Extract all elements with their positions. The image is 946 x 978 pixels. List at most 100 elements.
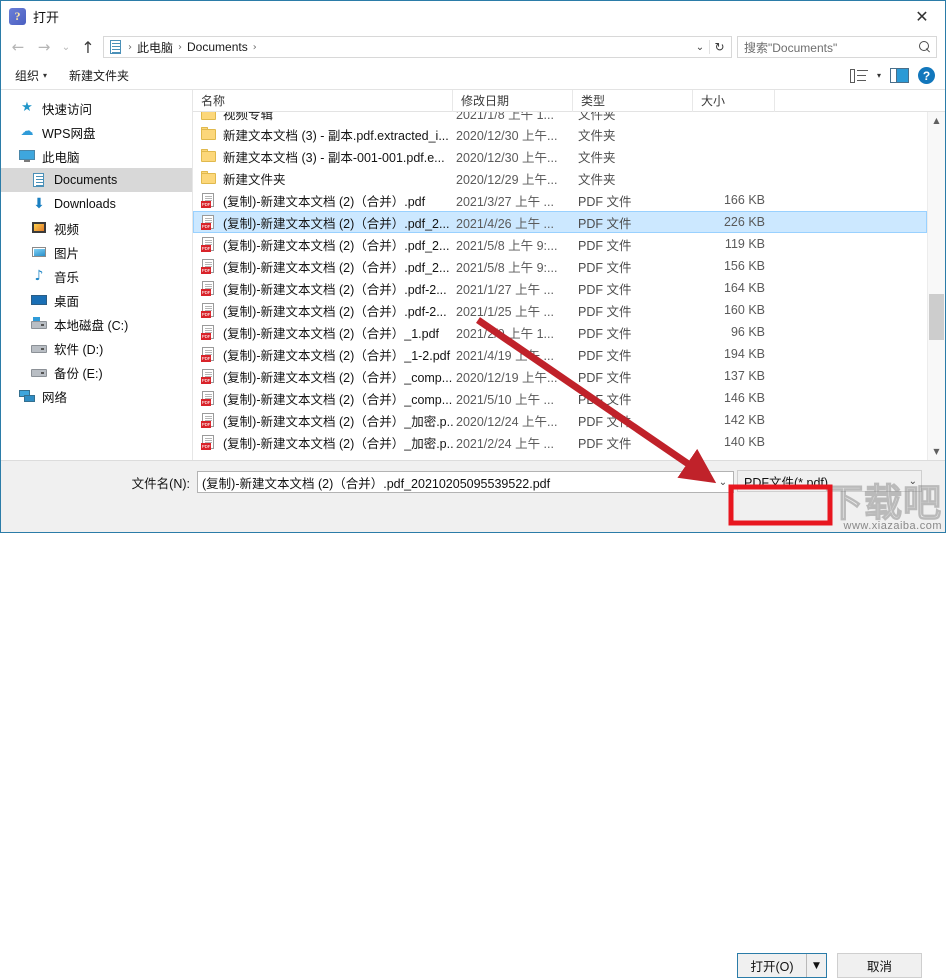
open-button[interactable]: 打开(O) ▼ [737,953,827,978]
change-view-icon[interactable] [849,68,868,83]
table-row[interactable]: PDF (复制)-新建文本文档 (2)（合并）.pdf_2... 2021/5/8 … [193,255,927,277]
column-header-size[interactable]: 大小 [693,89,775,112]
chevron-down-icon[interactable]: ⌄ [713,477,733,488]
organize-button[interactable]: 组织 ▾ [15,67,47,84]
address-bar[interactable]: › 此电脑 › Documents › ⌄ ↻ [103,36,732,58]
file-name-text: (复制)-新建文本文档 (2)（合并）_comp... [223,370,453,385]
sidebar-item-label: 网络 [42,390,68,405]
file-date-cell: 2020/12/19 上午... [456,370,558,385]
column-header-date[interactable]: 修改日期 [453,89,573,112]
back-icon[interactable]: ← [5,34,31,60]
sidebar-item-desktop[interactable]: 桌面 [1,288,192,312]
documents-icon [108,39,123,55]
table-row[interactable]: PDF (复制)-新建文本文档 (2)（合并）_加密.p... 2020/12/24… [193,409,927,431]
column-header-name[interactable]: 名称 [193,89,453,112]
table-row[interactable]: PDF (复制)-新建文本文档 (2)（合并）_1.pdf 2021/2/9 上午 … [193,321,927,343]
pdf-file-icon: PDF [201,280,217,296]
filetype-dropdown[interactable]: PDF文件(*.pdf) ⌄ [737,470,922,492]
breadcrumb-item-documents[interactable]: Documents [184,40,251,54]
sidebar-item-label: WPS网盘 [42,126,96,141]
sidebar-item-downloads[interactable]: ⬇ Downloads [1,192,192,216]
file-name-text: (复制)-新建文本文档 (2)（合并）.pdf-2... [223,304,447,319]
scroll-down-icon[interactable]: ▼ [928,443,945,460]
file-name-text: (复制)-新建文本文档 (2)（合并）.pdf_2... [223,216,450,231]
table-row[interactable]: PDF (复制)-新建文本文档 (2)（合并）_comp... 2020/12/19… [193,365,927,387]
file-date-cell: 2021/5/8 上午 9:... [456,238,558,253]
file-type-cell: PDF 文件 [578,282,632,297]
pdf-file-icon: PDF [201,434,217,450]
file-size-cell: 226 KB [723,215,765,229]
video-icon [31,220,47,236]
download-icon: ⬇ [33,196,45,212]
file-date-cell: 2021/5/10 上午 ... [456,392,554,407]
sidebar-item-local-disk-c[interactable]: 本地磁盘 (C:) [1,312,192,336]
file-name-cell: PDF (复制)-新建文本文档 (2)（合并）_comp... [193,367,453,386]
filename-input[interactable]: (复制)-新建文本文档 (2)（合并）.pdf_2021020509553952… [197,471,734,493]
file-name-text: (复制)-新建文本文档 (2)（合并）.pdf_2... [223,260,450,275]
open-dropdown-icon[interactable]: ▼ [806,954,826,977]
vertical-scrollbar[interactable]: ▲ ▼ [927,112,945,460]
sidebar-item-label: Downloads [54,197,116,211]
file-name-cell: PDF (复制)-新建文本文档 (2)（合并）_comp... [193,389,453,408]
sidebar-item-drive-e[interactable]: 备份 (E:) [1,360,192,384]
sidebar-item-wps-cloud[interactable]: ☁ WPS网盘 [1,120,192,144]
sidebar-item-label: 本地磁盘 (C:) [54,318,129,333]
sidebar-item-videos[interactable]: 视频 [1,216,192,240]
table-row[interactable]: 新建文本文档 (3) - 副本-001-001.pdf.e... 2020/12/… [193,145,927,167]
file-name-cell: PDF (复制)-新建文本文档 (2)（合并）_1.pdf [193,323,453,342]
cancel-button[interactable]: 取消 [837,953,922,978]
preview-pane-icon[interactable] [890,68,909,83]
pdf-file-icon: PDF [201,390,217,406]
filename-value[interactable]: (复制)-新建文本文档 (2)（合并）.pdf_2021020509553952… [202,473,713,492]
table-row[interactable]: PDF (复制)-新建文本文档 (2)（合并）.pdf 2021/3/27 上午 .… [193,189,927,211]
sidebar-item-network[interactable]: 网络 [1,384,192,408]
table-row[interactable]: PDF (复制)-新建文本文档 (2)（合并）.pdf_2... 2021/5/8 … [193,233,927,255]
folder-icon [201,170,217,186]
scroll-up-icon[interactable]: ▲ [928,112,945,129]
table-row[interactable]: PDF (复制)-新建文本文档 (2)（合并）_comp... 2021/5/10 … [193,387,927,409]
file-type-cell: PDF 文件 [578,392,632,407]
sidebar-item-label: 图片 [54,246,80,261]
sidebar-item-quick-access[interactable]: ★ 快速访问 [1,96,192,120]
file-name-text: (复制)-新建文本文档 (2)（合并）_1-2.pdf [223,348,451,363]
dialog-body: ★ 快速访问 ☁ WPS网盘 此电脑 Documents ⬇ Downloads [1,89,945,460]
table-row[interactable]: 新建文件夹 2020/12/29 上午... 文件夹 [193,167,927,189]
file-type-cell: 文件夹 [578,172,616,187]
search-box[interactable]: 搜索"Documents" [737,36,937,58]
file-name-text: (复制)-新建文本文档 (2)（合并）_加密.p... [223,436,453,451]
file-name-cell: PDF (复制)-新建文本文档 (2)（合并）.pdf-2... [193,301,453,320]
chevron-down-icon[interactable]: ⌄ [691,42,709,53]
column-header-type[interactable]: 类型 [573,89,693,112]
up-icon[interactable]: ↑ [75,34,101,60]
table-row[interactable]: PDF (复制)-新建文本文档 (2)（合并）_1-2.pdf 2021/4/19 … [193,343,927,365]
file-date-cell: 2021/1/27 上午 ... [456,282,554,297]
forward-icon[interactable]: → [31,34,57,60]
column-headers: 名称 修改日期 类型 大小 [193,89,945,112]
file-date-cell: 2020/12/30 上午... [456,128,558,143]
refresh-icon[interactable]: ↻ [709,40,729,54]
sidebar-item-this-pc[interactable]: 此电脑 [1,144,192,168]
file-size-cell: 166 KB [723,193,765,207]
breadcrumb-separator: › [178,41,183,53]
table-row[interactable]: PDF (复制)-新建文本文档 (2)（合并）.pdf_2... 2021/4/26… [193,211,927,233]
sidebar-item-drive-d[interactable]: 软件 (D:) [1,336,192,360]
table-row[interactable]: PDF (复制)-新建文本文档 (2)（合并）.pdf-2... 2021/1/25… [193,299,927,321]
close-icon[interactable]: ✕ [899,1,945,32]
recent-locations-icon[interactable]: ⌄ [57,34,75,60]
table-row[interactable]: 视频专辑 2021/1/8 上午 1... 文件夹 [193,112,927,123]
file-name-cell: 新建文件夹 [193,169,453,188]
search-input[interactable]: 搜索"Documents" [744,39,918,56]
file-size-cell: 160 KB [723,303,765,317]
sidebar-item-pictures[interactable]: 图片 [1,240,192,264]
table-row[interactable]: 新建文本文档 (3) - 副本.pdf.extracted_i... 2020/1… [193,123,927,145]
chevron-down-icon[interactable]: ▾ [877,71,881,80]
breadcrumb-item-this-pc[interactable]: 此电脑 [134,39,176,56]
sidebar-item-music[interactable]: ♪ 音乐 [1,264,192,288]
help-icon[interactable]: ? [918,67,935,84]
scrollbar-thumb[interactable] [929,294,944,340]
desktop-icon [31,292,47,308]
sidebar-item-documents[interactable]: Documents [1,168,192,192]
table-row[interactable]: PDF (复制)-新建文本文档 (2)（合并）_加密.p... 2021/2/24 … [193,431,927,453]
new-folder-button[interactable]: 新建文件夹 [69,67,129,84]
table-row[interactable]: PDF (复制)-新建文本文档 (2)（合并）.pdf-2... 2021/1/27… [193,277,927,299]
